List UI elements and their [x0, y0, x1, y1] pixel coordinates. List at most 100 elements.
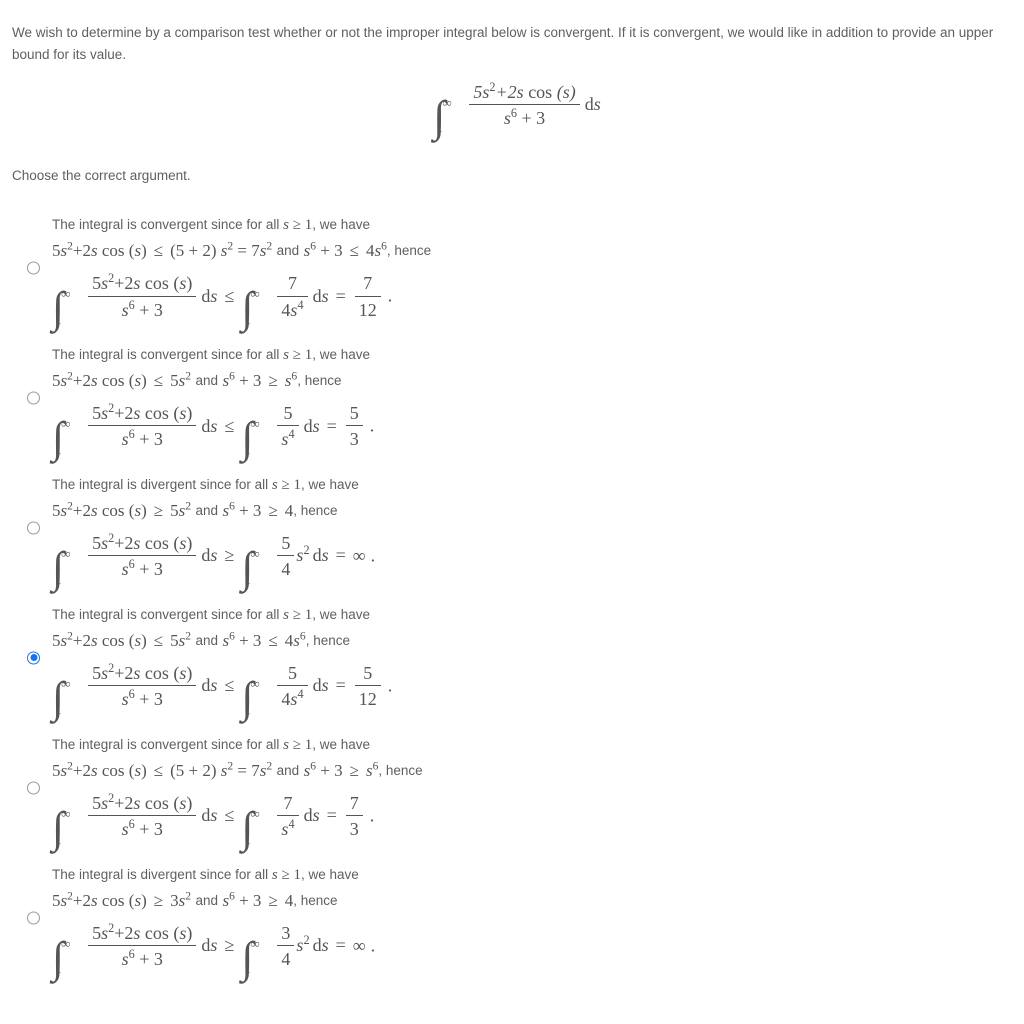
numerator-bound-relation: ≤ [153, 760, 164, 780]
answer-option[interactable]: The integral is convergent since for all… [0, 214, 1024, 330]
claim-variable: s [283, 346, 289, 363]
integral-upper-limit: ∞ [250, 545, 260, 561]
terminator: . [369, 415, 375, 436]
denominator-bound: s6 + 3 ≥ s6 [303, 759, 379, 780]
conclusion-relation: ≥ [224, 935, 235, 956]
conclusion-relation: ≤ [224, 285, 235, 306]
option-claim-text: The integral is convergent since for all [52, 606, 280, 622]
integral-sign-with-limits: ∫ ∞ 1 [52, 285, 79, 330]
and-connector: and [276, 763, 300, 779]
claim-variable: s [283, 606, 289, 623]
answer-option[interactable]: The integral is convergent since for all… [0, 734, 1024, 852]
denominator-bound-relation: ≥ [349, 760, 359, 780]
terminator: . [387, 285, 393, 306]
rhs-factor: s2 [296, 543, 310, 566]
numerator-bound: 5s2+2s cos (s) ≤5s2 [52, 629, 191, 650]
and-connector: and [195, 503, 218, 519]
answer-option[interactable]: The integral is divergent since for all … [0, 474, 1024, 590]
rhs-fraction: 5 s4 [277, 402, 299, 451]
result-value-numerator: 7 [354, 272, 381, 297]
conclusion-expression: ∫ ∞ 1 5s2+2s cos (s) s6 + 3 ds ≤ ∫ ∞ 1 7 s4 ds = 7 3. [52, 790, 375, 852]
denominator-bound: s6 + 3 ≥4 [222, 499, 294, 520]
radio-button-option-3[interactable] [27, 521, 40, 535]
claim-relation: ≥ [292, 606, 301, 623]
rhs-fraction: 7 4s4 [277, 272, 308, 321]
claim-bound: 1 [293, 476, 301, 493]
lhs-denominator: s6 + 3 [121, 817, 163, 840]
lhs-fraction: 5s2+2s cos (s) s6 + 3 [88, 402, 197, 451]
integral-upper-limit: ∞ [61, 416, 71, 432]
terminator: . [370, 545, 376, 566]
claim-suffix: , we have [300, 476, 359, 492]
integral-upper-limit: ∞ [250, 416, 260, 432]
integrand-denominator: s6 + 3 [503, 106, 546, 129]
rhs-integral-sign: ∫ ∞ 1 [241, 285, 268, 330]
option-conclusion-line: ∫ ∞ 1 5s2+2s cos (s) s6 + 3 ds ≤ ∫ ∞ 1 7 s4 ds = 7 3. [52, 790, 1024, 852]
option-claim-line: The integral is convergent since for all… [52, 214, 1024, 236]
option-bounds-line: 5s2+2s cos (s) ≥3s2 and s6 + 3 ≥4, hence [52, 890, 1024, 911]
result-value-fraction: 5 12 [354, 662, 381, 711]
claim-variable: s [283, 216, 289, 233]
denominator-bound-rhs: 4 [284, 500, 294, 520]
option-claim-text: The integral is divergent since for all [52, 476, 269, 492]
lhs-fraction: 5s2+2s cos (s) s6 + 3 [88, 272, 197, 321]
lhs-numerator: 5s2+2s cos (s) [88, 922, 197, 947]
lhs-denominator: s6 + 3 [121, 427, 163, 450]
integral-limits: ∞ 1 [436, 95, 460, 137]
question-integral-display: ∫ ∞ 1 5s2+2s cos (s) s6 + 3 ds [0, 80, 1024, 138]
rhs-integral-sign: ∫ ∞ 1 [241, 415, 268, 460]
choose-argument-instruction: Choose the correct argument. [12, 168, 191, 183]
radio-button-option-2[interactable] [27, 391, 40, 405]
and-connector: and [195, 893, 218, 909]
rhs-numerator: 5 [277, 402, 299, 427]
integral-upper-limit: ∞ [250, 675, 260, 691]
lhs-fraction: 5s2+2s cos (s) s6 + 3 [88, 922, 197, 971]
claim-suffix: , we have [312, 346, 371, 362]
option-bounds-line: 5s2+2s cos (s) ≤5s2 and s6 + 3 ≤4s6, hence [52, 629, 1024, 651]
result-value-denominator: 12 [358, 299, 377, 320]
radio-button-option-6[interactable] [27, 911, 40, 925]
rhs-coefficient-fraction: 54 [277, 532, 295, 581]
claim-variable: s [283, 736, 289, 753]
option-claim-line: The integral is divergent since for all … [52, 474, 1024, 496]
answer-option[interactable]: The integral is divergent since for all … [0, 864, 1024, 982]
answer-option[interactable]: The integral is convergent since for all… [0, 344, 1024, 460]
conclusion-relation: ≤ [224, 675, 235, 696]
rhs-integral-sign: ∫ ∞ 1 [241, 805, 268, 850]
option-bounds-line: 5s2+2s cos (s) ≤ (5 + 2) s2 = 7s2 and s6 +… [52, 759, 1024, 781]
claim-variable: s [271, 476, 278, 493]
answer-option[interactable]: The integral is convergent since for all… [0, 604, 1024, 720]
integral-lower-limit: 1 [55, 831, 62, 847]
claim-relation: ≥ [292, 346, 301, 363]
integral-lower-limit: 1 [244, 441, 251, 457]
lhs-numerator: 5s2+2s cos (s) [88, 532, 197, 557]
integral-lower-limit: 1 [244, 311, 251, 327]
rhs-denominator: s4 [281, 427, 295, 450]
and-connector: and [195, 633, 218, 649]
radio-button-option-1[interactable] [27, 261, 40, 275]
denominator-bound: s6 + 3 ≤4s6 [303, 239, 387, 260]
option-claim-text: The integral is convergent since for all [52, 346, 280, 362]
lhs-numerator: 5s2+2s cos (s) [88, 792, 197, 817]
rhs-numerator: 5 [277, 662, 308, 687]
conclusion-relation: ≤ [224, 415, 235, 436]
radio-button-option-4[interactable] [27, 651, 40, 665]
denominator-bound-relation: ≥ [268, 370, 278, 390]
integral-lower-limit: 1 [55, 311, 62, 327]
option-claim-line: The integral is divergent since for all … [52, 864, 1024, 886]
option-conclusion-line: ∫ ∞ 1 5s2+2s cos (s) s6 + 3 ds ≥ ∫ ∞ 1 3 4 s2 ds = ∞. [52, 920, 1024, 982]
claim-suffix: , we have [312, 736, 371, 752]
lhs-fraction: 5s2+2s cos (s) s6 + 3 [88, 792, 197, 841]
lhs-denominator: s6 + 3 [121, 687, 163, 710]
integral-upper-limit: ∞ [61, 545, 71, 561]
option-claim-text: The integral is divergent since for all [52, 866, 269, 882]
integrand-numerator: 5s2+2s cos (s) [469, 80, 580, 106]
integral-lower-limit: 1 [244, 571, 251, 587]
hence-connector: , hence [305, 633, 350, 649]
claim-relation: ≥ [292, 216, 301, 233]
claim-relation: ≥ [292, 736, 301, 753]
radio-button-option-5[interactable] [27, 781, 40, 795]
conclusion-expression: ∫ ∞ 1 5s2+2s cos (s) s6 + 3 ds ≥ ∫ ∞ 1 3 4 s2 ds = ∞. [52, 920, 376, 982]
integral-lower-limit: 1 [244, 701, 251, 717]
rhs-denominator: s4 [281, 817, 295, 840]
